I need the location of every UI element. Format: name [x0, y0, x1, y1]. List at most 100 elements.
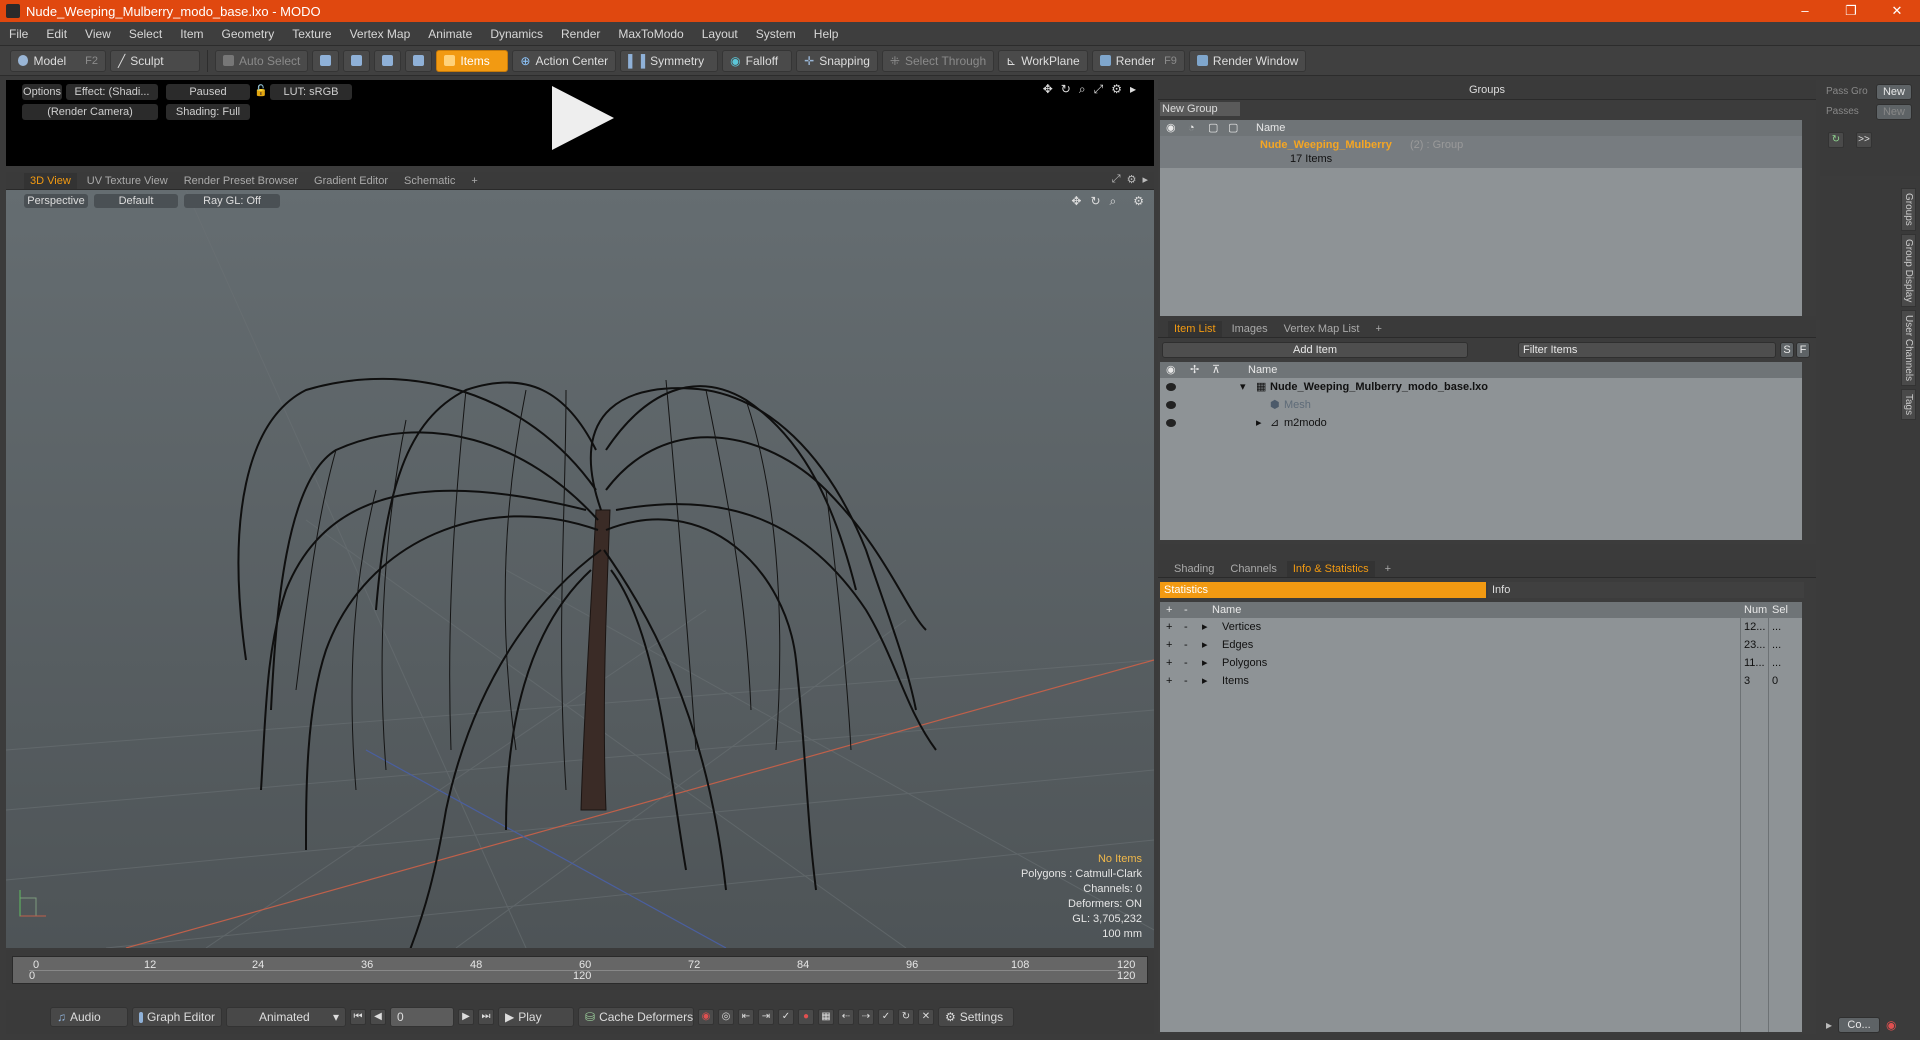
menu-dynamics[interactable]: Dynamics: [481, 27, 552, 41]
workplane-button[interactable]: ⊾ WorkPlane: [998, 49, 1088, 72]
tab-groups-side[interactable]: Groups: [1901, 188, 1916, 231]
tab-group-display[interactable]: Group Display: [1901, 233, 1916, 308]
cache-deformers-button[interactable]: ⛁ Cache Deformers: [578, 1007, 694, 1027]
new-group-button[interactable]: New Group: [1160, 102, 1240, 116]
auto-key-icon[interactable]: ◎: [718, 1009, 734, 1025]
visibility-icon[interactable]: [1166, 401, 1176, 409]
filter-s-button[interactable]: S: [1780, 342, 1794, 358]
channel-tools-icon[interactable]: ↻: [898, 1009, 914, 1025]
list-item[interactable]: ▾ ▦ Nude_Weeping_Mulberry_modo_base.lxo: [1160, 378, 1802, 396]
perspective-dropdown[interactable]: Perspective: [24, 194, 88, 208]
tab-images[interactable]: Images: [1226, 321, 1274, 337]
table-row[interactable]: + - ▸ Edges 23... ...: [1160, 636, 1802, 654]
menu-help[interactable]: Help: [805, 27, 848, 41]
model-mode-button[interactable]: Model F2: [10, 49, 106, 72]
gear-icon[interactable]: ⚙: [1133, 194, 1144, 209]
preview-paused-button[interactable]: Paused: [166, 84, 250, 100]
preview-options-button[interactable]: Options: [22, 84, 62, 100]
snapping-button[interactable]: ✛ Snapping: [796, 49, 878, 72]
expand-triangle-icon[interactable]: ▸: [1202, 672, 1208, 690]
sculpt-mode-button[interactable]: ╱ Sculpt: [110, 49, 200, 72]
falloff-button[interactable]: ◉ Falloff: [722, 49, 793, 72]
record-icon[interactable]: ●: [798, 1009, 814, 1025]
info-tab[interactable]: Info: [1488, 582, 1804, 598]
play-button[interactable]: ▶ Play: [498, 1007, 574, 1027]
statistics-tab[interactable]: Statistics: [1160, 582, 1486, 598]
maximize-icon[interactable]: ⤢: [1094, 82, 1104, 97]
menu-edit[interactable]: Edit: [37, 27, 76, 41]
menu-texture[interactable]: Texture: [283, 27, 340, 41]
gear-icon[interactable]: ⚙: [1127, 173, 1137, 186]
3d-viewport[interactable]: Perspective Default Ray GL: Off ✥ ↻ ⌕ ⚙ …: [6, 190, 1154, 948]
expand-triangle-icon[interactable]: ▸: [1256, 414, 1262, 432]
maximize-button[interactable]: ❐: [1828, 0, 1874, 22]
arrow-right-icon[interactable]: ▸: [1130, 82, 1136, 97]
go-to-end-icon[interactable]: ⏭: [478, 1009, 494, 1025]
tab-item-list[interactable]: Item List: [1168, 320, 1222, 337]
record-keys-icon[interactable]: ◉: [698, 1009, 714, 1025]
tab-vertex-map-list[interactable]: Vertex Map List: [1278, 321, 1366, 337]
filter-f-button[interactable]: F: [1796, 342, 1810, 358]
table-row[interactable]: + - ▸ Vertices 12... ...: [1160, 618, 1802, 636]
tab-info-statistics[interactable]: Info & Statistics: [1286, 560, 1375, 577]
lut-dropdown[interactable]: LUT: sRGB: [270, 84, 352, 100]
menu-render[interactable]: Render: [552, 27, 609, 41]
zoom-icon[interactable]: ⌕: [1079, 82, 1086, 97]
add-tab-button[interactable]: +: [1369, 321, 1387, 337]
arrow-right-icon[interactable]: ▸: [1142, 173, 1148, 186]
visibility-icon[interactable]: [1166, 383, 1176, 391]
tab-tags[interactable]: Tags: [1901, 389, 1916, 421]
prev-key-icon[interactable]: ⇤: [738, 1009, 754, 1025]
audio-button[interactable]: ♫ Audio: [50, 1007, 128, 1027]
go-to-start-icon[interactable]: ⏮: [350, 1009, 366, 1025]
gear-icon[interactable]: ⚙: [1111, 82, 1122, 97]
arrow-right-icon[interactable]: ▸: [1826, 1018, 1832, 1032]
next-marker-icon[interactable]: ⇢: [858, 1009, 874, 1025]
raygl-toggle[interactable]: Ray GL: Off: [184, 194, 280, 208]
list-item[interactable]: ▸ ⊿ m2modo: [1160, 414, 1802, 432]
items-mode-button[interactable]: Items: [436, 49, 509, 72]
menu-maxtomodo[interactable]: MaxToModo: [609, 27, 692, 41]
rotate-icon[interactable]: ↻: [1061, 82, 1071, 97]
expand-icon[interactable]: ⤢: [1112, 173, 1121, 186]
vertices-mode-button[interactable]: [312, 49, 340, 72]
add-tab-button[interactable]: +: [1379, 561, 1397, 577]
timeline-ruler[interactable]: 0 12 24 36 48 60 72 84 96 108 120 0 120 …: [12, 956, 1148, 984]
tab-user-channels[interactable]: User Channels: [1901, 310, 1916, 387]
lock-icon[interactable]: 🔓: [254, 84, 268, 97]
menu-system[interactable]: System: [747, 27, 805, 41]
animated-dropdown[interactable]: Animated ▾: [226, 1007, 346, 1027]
menu-geometry[interactable]: Geometry: [213, 27, 284, 41]
close-button[interactable]: ✕: [1874, 0, 1920, 22]
filter-items-input[interactable]: Filter Items: [1518, 342, 1776, 358]
select-through-button[interactable]: ⁜ Select Through: [881, 49, 995, 72]
materials-mode-button[interactable]: [405, 49, 433, 72]
menu-select[interactable]: Select: [120, 27, 171, 41]
prev-marker-icon[interactable]: ⇠: [838, 1009, 854, 1025]
expand-triangle-icon[interactable]: ▸: [1202, 618, 1208, 636]
refresh-icon[interactable]: ↻: [1828, 132, 1844, 148]
new-pass-group-button[interactable]: New: [1876, 84, 1912, 100]
action-center-button[interactable]: ⊕ Action Center: [512, 49, 617, 72]
frame-input[interactable]: 0: [390, 1007, 454, 1027]
tab-schematic[interactable]: Schematic: [398, 173, 461, 189]
delete-key-icon[interactable]: ✕: [918, 1009, 934, 1025]
table-row[interactable]: + - ▸ Items 3 0: [1160, 672, 1802, 690]
menu-view[interactable]: View: [76, 27, 120, 41]
menu-layout[interactable]: Layout: [693, 27, 747, 41]
play-render-icon[interactable]: [552, 86, 614, 150]
render-button[interactable]: Render F9: [1091, 49, 1185, 72]
expand-triangle-icon[interactable]: ▾: [1240, 378, 1246, 396]
list-item[interactable]: ⬢ Mesh: [1160, 396, 1802, 414]
next-key-icon[interactable]: ⇥: [758, 1009, 774, 1025]
tab-channels[interactable]: Channels: [1224, 561, 1282, 577]
set-key-icon[interactable]: ✓: [778, 1009, 794, 1025]
command-input[interactable]: Co...: [1838, 1017, 1881, 1033]
polygons-mode-button[interactable]: [374, 49, 402, 72]
render-camera-dropdown[interactable]: (Render Camera): [22, 104, 158, 120]
tab-gradient-editor[interactable]: Gradient Editor: [308, 173, 394, 189]
settings-button[interactable]: ⚙ Settings: [938, 1007, 1014, 1027]
table-row[interactable]: + - ▸ Polygons 11... ...: [1160, 654, 1802, 672]
graph-editor-button[interactable]: Graph Editor: [132, 1007, 222, 1027]
tab-render-preset-browser[interactable]: Render Preset Browser: [178, 173, 304, 189]
